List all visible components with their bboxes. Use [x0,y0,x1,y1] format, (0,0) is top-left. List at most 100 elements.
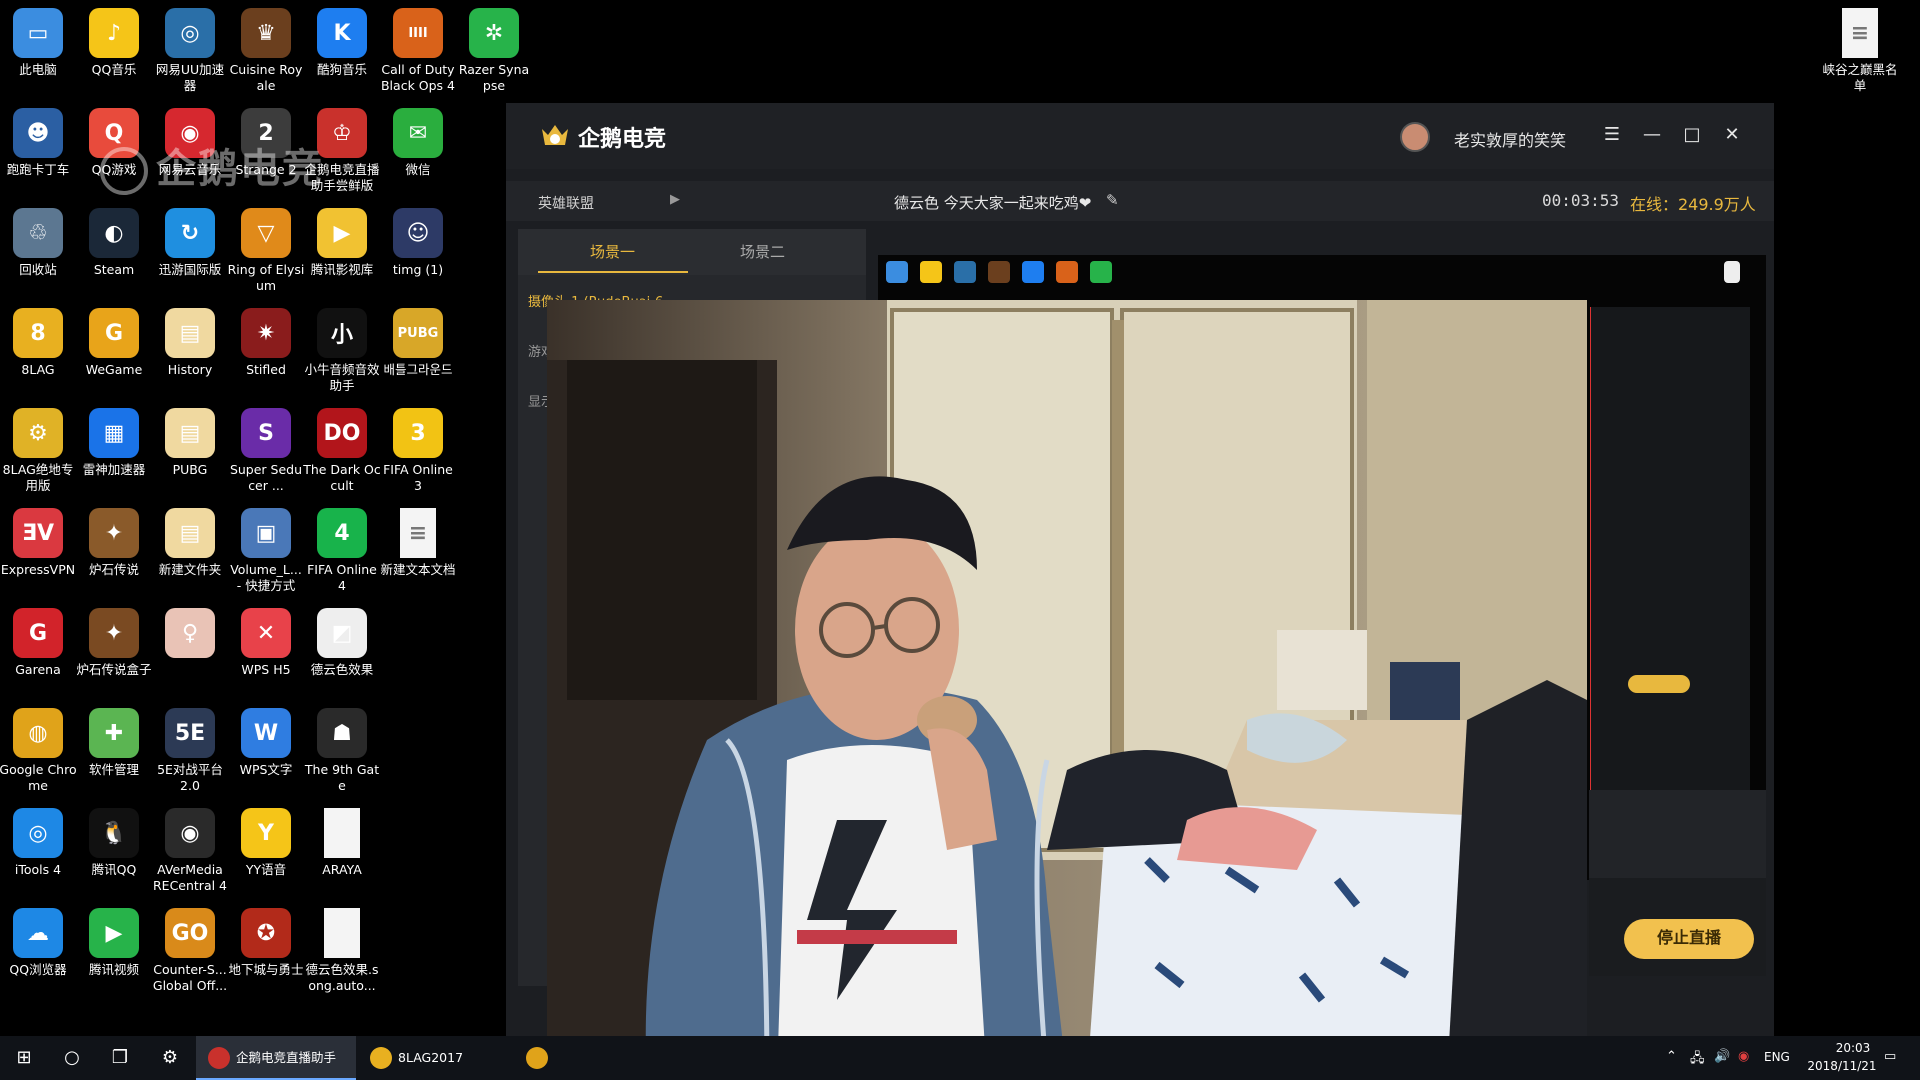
desktop-icon[interactable]: ✦ 炉石传说 [76,508,152,578]
minimize-icon[interactable]: — [1640,123,1664,147]
desktop-icon[interactable]: ☁ QQ浏览器 [0,908,76,978]
desktop-icon[interactable]: G WeGame [76,308,152,378]
maximize-icon[interactable]: □ [1680,123,1704,147]
desktop-icon[interactable]: ☺ timg (1) [380,208,456,278]
chevron-right-icon[interactable]: ▶ [670,192,680,207]
desktop-icon[interactable]: DO The Dark Occult [303,408,381,494]
desktop-icon[interactable]: ◎ 网易UU加速器 [152,8,228,94]
desktop-icon[interactable]: S Super Seducer ... [228,408,304,494]
desktop-icon[interactable]: ▦ 雷神加速器 [76,408,152,478]
windows-start-icon[interactable]: ⊞ [12,1046,36,1070]
desktop-icon[interactable]: ✦ 炉石传说盒子 [76,608,152,678]
taskbar-item-chrome[interactable] [522,1036,552,1080]
desktop-icon[interactable]: 4 FIFA Online 4 [304,508,380,594]
desktop-icon[interactable]: ✪ 地下城与勇士 [228,908,304,978]
app-titlebar: 企鹅电竞 老实敦厚的笑笑 ☰ — □ ✕ [506,103,1774,169]
desktop-icon[interactable]: ▽ Ring of Elysium [228,208,304,294]
app-shortcut-icon: G [89,308,139,358]
desktop-icon[interactable]: ƎV ExpressVPN [0,508,76,578]
watermark: 企鹅电竞 [100,136,324,195]
desktop-icon[interactable]: ▤ History [152,308,228,378]
desktop-icon[interactable]: ▭ 此电脑 [0,8,76,78]
desktop-icon[interactable]: ▤ 新建文件夹 [152,508,228,578]
desktop-icon-label: 배틀그라운드 [383,362,453,377]
desktop-icon[interactable]: ≡ 新建文本文档 [380,508,456,578]
desktop-icon[interactable]: ⚙ 8LAG绝地专用版 [0,408,76,494]
chevron-up-icon[interactable]: ⌃ [1666,1049,1677,1064]
app-shortcut-icon: ≡ [400,508,436,558]
desktop-icon[interactable]: ✉ 微信 [380,108,456,178]
gear-icon[interactable]: ⚙ [158,1046,182,1070]
desktop-icon[interactable]: ✲ Razer Synapse [456,8,532,94]
app-shortcut-icon: ☺ [393,208,443,258]
app-shortcut-icon: Y [241,808,291,858]
desktop-icon[interactable]: ☻ 跑跑卡丁车 [0,108,76,178]
tab-scene-2[interactable]: 场景二 [740,241,785,262]
desktop-icon[interactable]: ♪ QQ音乐 [76,8,152,78]
app-shortcut-icon: 5E [165,708,215,758]
desktop-icon[interactable]: ARAYA [304,808,380,878]
desktop-icon[interactable]: ◎ iTools 4 [0,808,76,878]
app-shortcut-icon: ✉ [393,108,443,158]
desktop-icon-label: 腾讯影视库 [310,262,374,277]
desktop-icon[interactable]: PUBG 배틀그라운드 [380,308,456,378]
app-tray-icon[interactable]: ◉ [1738,1049,1749,1064]
desktop-icon-label: 腾讯视频 [88,962,139,977]
desktop-icon[interactable]: ▣ Volume_L... - 快捷方式 [228,508,304,594]
task-view-icon[interactable]: ❐ [108,1046,132,1070]
taskbar-item-8lag[interactable]: 8LAG2017 [358,1036,508,1080]
clock-time[interactable]: 20:03 [1818,1041,1888,1055]
desktop-icon[interactable]: K 酷狗音乐 [304,8,380,78]
desktop-icon[interactable]: ♛ Cuisine Royale [228,8,304,94]
desktop-icon[interactable]: ▶ 腾讯视频 [76,908,152,978]
desktop-icon[interactable]: 3 FIFA Online 3 [380,408,456,494]
app-name: 企鹅电竞 [578,127,667,152]
menu-icon[interactable]: ☰ [1600,123,1624,147]
desktop-icon[interactable]: ▶ 腾讯影视库 [304,208,380,278]
desktop-icon-label: WPS文字 [239,762,293,777]
desktop-icon[interactable]: ◉ AVerMedia RECentral 4 [152,808,228,894]
desktop-icon[interactable]: ◐ Steam [76,208,152,278]
desktop-icon[interactable]: ◩ 德云色效果 [304,608,380,678]
desktop-icon[interactable]: ≡ 峡谷之巅黑名单 [1822,8,1898,94]
tab-scene-1[interactable]: 场景一 [590,241,635,262]
edit-icon[interactable]: ✎ [1106,191,1124,209]
desktop-icon-label: QQ音乐 [91,62,137,77]
desktop-icon[interactable]: ♲ 回收站 [0,208,76,278]
desktop-icon[interactable]: ↻ 迅游国际版 [152,208,228,278]
desktop-icon[interactable]: ✕ WPS H5 [228,608,304,678]
desktop-icon[interactable]: ✷ Stifled [228,308,304,378]
user-name[interactable]: 老实敦厚的笑笑 [1454,127,1566,151]
notification-icon[interactable]: ▭ [1884,1049,1896,1064]
language-indicator[interactable]: ENG [1764,1050,1790,1064]
penguin-crown-logo-icon [542,125,568,145]
desktop-icon[interactable]: G Garena [0,608,76,678]
taskbar-item-streaming-assistant[interactable]: 企鹅电竞直播助手 [196,1036,356,1080]
desktop-icon[interactable]: ✚ 软件管理 [76,708,152,778]
desktop-icon[interactable]: 8 8LAG [0,308,76,378]
volume-icon[interactable]: 🔊 [1714,1049,1730,1064]
network-icon[interactable]: 🖧 [1690,1049,1705,1071]
desktop-icon[interactable]: 🐧 腾讯QQ [76,808,152,878]
desktop-icon[interactable]: 德云色效果.song.auto... [304,908,380,994]
avatar[interactable] [1400,122,1430,152]
desktop-icon[interactable]: GO Counter-S... Global Off... [152,908,228,994]
watermark-text: 企鹅电竞 [156,146,324,192]
desktop-icon[interactable]: 小小牛音频音效助手 [304,308,380,394]
desktop-icon[interactable]: 5E 5E对战平台 2.0 [152,708,228,794]
close-icon[interactable]: ✕ [1720,123,1744,147]
clock-date[interactable]: 2018/11/21 [1796,1059,1888,1073]
desktop-icon[interactable]: ◍ Google Chrome [0,708,77,794]
desktop-icon[interactable]: Y YY语音 [228,808,304,878]
taskbar: ⊞ ○ ❐ ⚙ 企鹅电竞直播助手 8LAG2017 ⌃ 🖧 🔊 ◉ ENG 20… [0,1036,1920,1080]
desktop-icon[interactable]: IIII Call of Duty Black Ops 4 [380,8,456,94]
desktop-icon[interactable]: W WPS文字 [228,708,304,778]
desktop-icon[interactable]: ☗ The 9th Gate [304,708,380,794]
game-category[interactable]: 英雄联盟 [538,193,594,213]
desktop-icon[interactable]: ♀ [152,608,228,662]
stop-stream-button[interactable]: 停止直播 [1624,919,1754,959]
search-icon[interactable]: ○ [60,1046,84,1070]
desktop-icon-label: 新建文件夹 [158,562,222,577]
desktop-icon-label: Cuisine Royale [229,62,303,93]
desktop-icon[interactable]: ▤ PUBG [152,408,228,478]
